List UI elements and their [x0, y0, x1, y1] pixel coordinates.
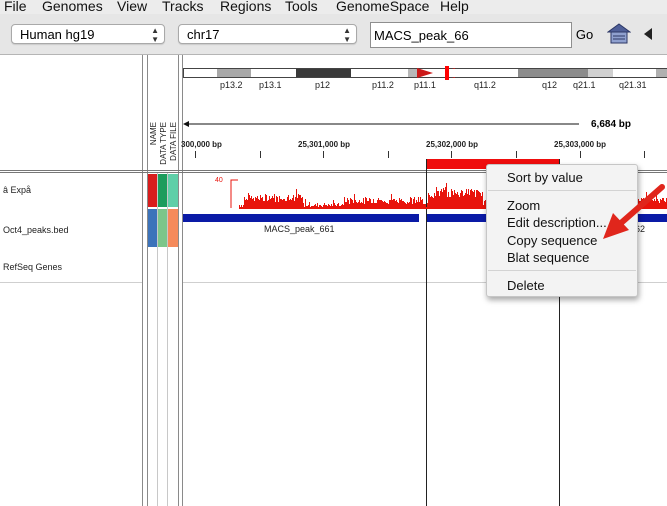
chromosome-dropdown[interactable]: chr17 ▲ ▼ — [178, 24, 357, 44]
genome-dropdown[interactable]: Human hg19 ▲ ▼ — [11, 24, 165, 44]
menu-item-blat-sequence[interactable]: Blat sequence — [507, 250, 589, 266]
chromosome-ideogram[interactable] — [183, 66, 667, 80]
band-label: q12 — [542, 80, 558, 90]
track-name-refseq-genes[interactable]: RefSeq Genes — [3, 262, 62, 272]
menu-item-edit-description[interactable]: Edit description... — [507, 215, 607, 231]
band-label: p13.1 — [259, 80, 282, 90]
menu-item-sort-by-value[interactable]: Sort by value — [507, 170, 583, 186]
ruler-tick — [260, 151, 261, 158]
attribute-panel-right-border — [178, 55, 179, 506]
band-label: q21.1 — [573, 80, 596, 90]
feature-label: MACS_peak_661 — [264, 224, 335, 234]
menu-tracks[interactable]: Tracks — [162, 0, 203, 14]
menu-tools[interactable]: Tools — [285, 0, 318, 14]
region-boundary-line — [426, 159, 427, 506]
locus-search-input[interactable]: MACS_peak_66 — [370, 22, 572, 48]
band-label: p11.2 — [372, 80, 394, 90]
band-label: p11.1 — [414, 80, 436, 90]
band-label: q21.31 — [619, 80, 647, 90]
attribute-header-data-type[interactable]: DATA TYPE — [159, 122, 168, 165]
toolbar: Human hg19 ▲ ▼ chr17 ▲ ▼ MACS_peak_66 Go — [0, 14, 667, 55]
menu-item-zoom[interactable]: Zoom — [507, 198, 540, 214]
attribute-panel-left-border — [147, 55, 148, 506]
menu-regions[interactable]: Regions — [220, 0, 271, 14]
ruler-tick-label: 25,301,000 bp — [298, 140, 351, 149]
updown-arrows-icon: ▲ ▼ — [151, 26, 159, 44]
band-label: p13.2 — [220, 80, 243, 90]
ruler-span-label: 6,684 bp — [591, 119, 632, 130]
ruler-tick — [516, 151, 517, 158]
name-panel-divider — [142, 55, 143, 506]
track-divider — [0, 282, 142, 283]
attribute-cell[interactable] — [168, 209, 178, 247]
ruler-tick — [644, 151, 645, 158]
menu-help[interactable]: Help — [440, 0, 469, 14]
menu-genomes[interactable]: Genomes — [42, 0, 103, 14]
ruler-tick — [388, 151, 389, 158]
track-name-oct4-peaks[interactable]: Oct4_peaks.bed — [3, 225, 69, 235]
current-region-marker — [445, 66, 449, 80]
ruler-tick — [580, 151, 581, 158]
ruler-tick-label: 25,303,000 bp — [554, 140, 607, 149]
ruler-tick-label: 25,302,000 bp — [426, 140, 479, 149]
track-name-expression[interactable]: â Expå — [3, 185, 31, 195]
ruler-tick-label: 300,000 bp — [181, 140, 222, 149]
ruler-tick — [323, 151, 324, 158]
menu-file[interactable]: File — [4, 0, 27, 14]
attribute-cell[interactable] — [148, 209, 157, 247]
menu-separator — [488, 270, 636, 271]
attribute-cell[interactable] — [158, 174, 167, 207]
attribute-cell[interactable] — [148, 174, 157, 207]
back-arrow-icon[interactable] — [643, 27, 653, 41]
chromosome-dropdown-value: chr17 — [187, 27, 220, 42]
go-button[interactable]: Go — [572, 22, 597, 48]
attribute-cell[interactable] — [168, 174, 178, 207]
genome-dropdown-value: Human hg19 — [20, 27, 95, 42]
attribute-header-data-file[interactable]: DATA FILE — [169, 122, 178, 161]
menu-item-delete[interactable]: Delete — [507, 278, 545, 294]
menu-view[interactable]: View — [117, 0, 147, 14]
menu-genomespace[interactable]: GenomeSpace — [336, 0, 429, 14]
ruler-tick — [195, 151, 196, 158]
band-label: p12 — [315, 80, 331, 90]
menu-bar: File Genomes View Tracks Regions Tools G… — [0, 0, 667, 14]
feature-bar[interactable] — [183, 214, 419, 222]
annotation-arrow-icon — [603, 184, 665, 239]
attribute-cell[interactable] — [158, 209, 167, 247]
updown-arrows-icon: ▲ ▼ — [343, 26, 351, 44]
ruler-tick — [451, 151, 452, 158]
attribute-header-name[interactable]: NAME — [149, 122, 158, 145]
band-label: q11.2 — [474, 80, 496, 90]
home-icon[interactable] — [607, 23, 631, 45]
menu-item-copy-sequence[interactable]: Copy sequence — [507, 233, 597, 249]
